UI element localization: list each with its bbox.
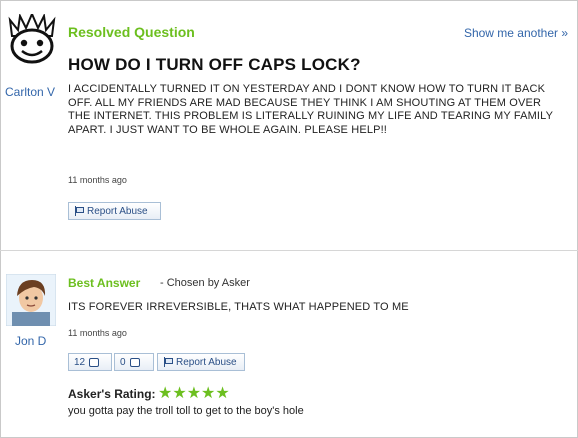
answer-report-abuse-label: Report Abuse xyxy=(176,356,237,368)
best-answer-label: Best Answer xyxy=(68,276,141,290)
question-timestamp: 11 months ago xyxy=(68,175,127,185)
report-abuse-label: Report Abuse xyxy=(87,205,148,217)
flag-icon xyxy=(163,357,173,367)
chosen-by-label: - Chosen by Asker xyxy=(160,277,250,289)
thumbs-down-icon xyxy=(129,357,140,367)
asker-avatar[interactable] xyxy=(6,11,58,66)
thumbs-down-button[interactable]: 0 xyxy=(114,353,154,371)
thumbs-up-count: 12 xyxy=(74,356,86,368)
thumbs-down-count: 0 xyxy=(120,356,126,368)
asker-column: Carlton V xyxy=(4,11,60,99)
answer-body: ITS FOREVER IRREVERSIBLE, THATS WHAT HAP… xyxy=(68,301,409,313)
question-body: I ACCIDENTALLY TURNED IT ON YESTERDAY AN… xyxy=(68,83,553,136)
askers-rating-label: Asker's Rating: xyxy=(68,387,156,401)
answerer-name-link[interactable]: Jon D xyxy=(15,334,46,348)
asker-name-link[interactable]: Carlton V xyxy=(4,85,60,99)
show-another-link[interactable]: Show me another » xyxy=(464,26,568,40)
answer-report-abuse-button[interactable]: Report Abuse xyxy=(157,353,245,371)
thumbs-up-icon xyxy=(89,357,100,367)
resolved-status: Resolved Question xyxy=(68,24,195,40)
question-title: HOW DO I TURN OFF CAPS LOCK? xyxy=(68,55,361,74)
answer-timestamp: 11 months ago xyxy=(68,328,127,338)
report-abuse-button[interactable]: Report Abuse xyxy=(68,202,161,220)
section-divider xyxy=(0,250,578,251)
asker-comment: you gotta pay the troll toll to get to t… xyxy=(68,405,304,417)
flag-icon xyxy=(74,206,84,216)
answerer-avatar[interactable] xyxy=(6,274,56,326)
thumbs-up-button[interactable]: 12 xyxy=(68,353,112,371)
rating-stars: ★★★★★ xyxy=(158,385,230,402)
